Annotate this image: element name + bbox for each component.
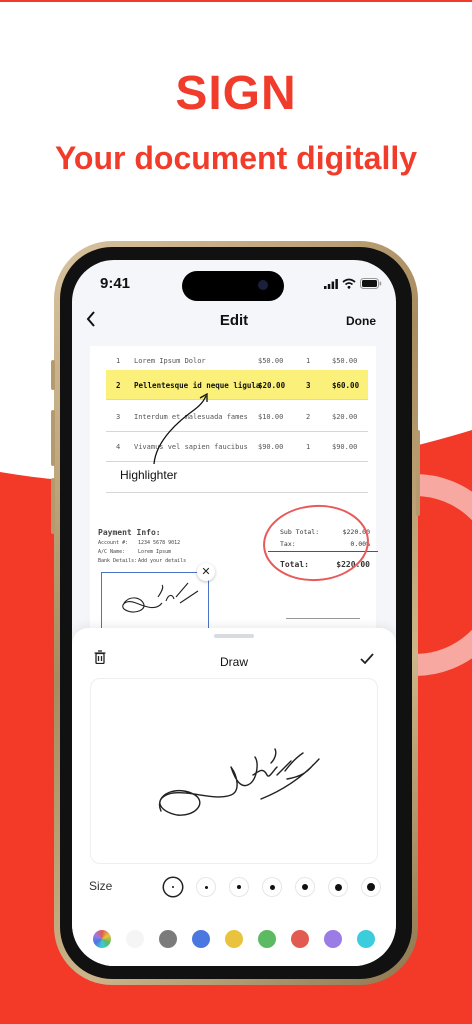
size-option[interactable] — [164, 878, 182, 896]
side-button — [416, 430, 420, 516]
done-button[interactable]: Done — [346, 314, 376, 328]
signature-image — [122, 582, 199, 613]
size-option[interactable] — [263, 878, 281, 896]
nav-bar: Edit Done — [72, 308, 396, 336]
divider — [106, 492, 368, 493]
color-swatch[interactable] — [357, 930, 375, 948]
signature-line — [286, 618, 360, 619]
size-dot-icon — [367, 883, 375, 891]
signal-icon — [324, 279, 338, 289]
annotation-label: Highlighter — [120, 468, 178, 482]
dynamic-island — [182, 271, 284, 301]
draw-sheet: Draw Size — [72, 628, 396, 966]
drawn-signature — [158, 748, 320, 816]
size-dot-icon — [302, 884, 308, 890]
color-swatch[interactable] — [159, 930, 177, 948]
color-swatch[interactable] — [93, 930, 111, 948]
battery-icon — [360, 278, 382, 289]
sheet-grabber[interactable] — [214, 634, 254, 638]
size-option[interactable] — [197, 878, 215, 896]
sheet-title: Draw — [219, 655, 248, 669]
color-swatch[interactable] — [258, 930, 276, 948]
confirm-button[interactable] — [360, 652, 374, 670]
color-swatch[interactable] — [324, 930, 342, 948]
remove-signature-button[interactable]: ✕ — [197, 563, 215, 581]
phone-screen: 9:41 Edit Done 1 Lorem Ipsum Dolor $50.00… — [72, 260, 396, 966]
side-button — [51, 360, 55, 390]
size-option[interactable] — [296, 878, 314, 896]
wifi-icon — [342, 278, 356, 289]
close-icon: ✕ — [201, 566, 211, 578]
size-dot-icon — [269, 884, 275, 890]
subheadline: Your document digitally — [54, 140, 418, 176]
size-option[interactable] — [362, 878, 380, 896]
camera-icon — [258, 280, 268, 290]
color-swatch[interactable] — [192, 930, 210, 948]
annotation-arrow — [153, 392, 208, 465]
size-dot-icon — [237, 885, 241, 889]
size-option[interactable] — [230, 878, 248, 896]
color-swatch[interactable] — [225, 930, 243, 948]
table-row: 3 Interdum et malesuada fames $10.00 2 $20.… — [106, 402, 368, 432]
size-dot-icon — [172, 886, 174, 888]
checkmark-icon — [360, 653, 374, 665]
payment-info: Payment Info: Account #: 1234 5678 9012 A… — [98, 528, 187, 564]
side-button — [51, 478, 55, 534]
size-dot-icon — [204, 885, 208, 889]
drawing-canvas[interactable] — [90, 678, 378, 864]
red-circle-annotation — [263, 504, 369, 582]
color-swatch[interactable] — [126, 930, 144, 948]
color-swatch[interactable] — [291, 930, 309, 948]
table-row-highlighted[interactable]: 2 Pellentesque id neque ligula $20.00 3 $60… — [106, 370, 368, 400]
status-time: 9:41 — [100, 275, 131, 292]
size-option[interactable] — [329, 878, 347, 896]
size-dot-icon — [334, 883, 342, 891]
size-label: Size — [89, 879, 113, 893]
headline: SIGN — [175, 67, 297, 120]
status-bar: 9:41 — [72, 260, 396, 306]
side-button — [51, 410, 55, 466]
placed-signature[interactable] — [101, 572, 209, 630]
table-row: 4 Vivamus vel sapien faucibus $90.00 1 $90.… — [106, 432, 368, 462]
